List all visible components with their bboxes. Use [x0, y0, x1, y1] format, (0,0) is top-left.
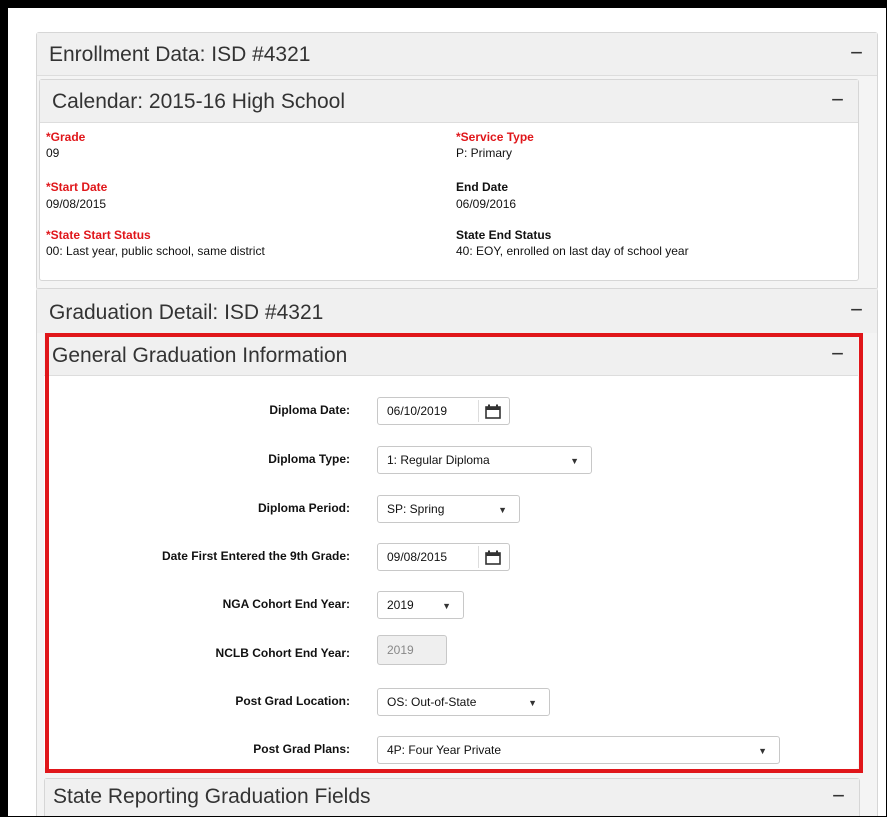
grade-label: *Grade	[46, 130, 86, 144]
grade-value: 09	[46, 146, 60, 160]
graduation-detail-title: Graduation Detail: ISD #4321	[49, 301, 324, 324]
state-start-status-label: *State Start Status	[46, 228, 151, 242]
calendar-panel: Calendar: 2015-16 High School − *Grade 0…	[39, 79, 859, 281]
graduation-detail-header[interactable]: Graduation Detail: ISD #4321 −	[37, 289, 877, 333]
state-reporting-panel: State Reporting Graduation Fields −	[44, 778, 860, 816]
state-reporting-title: State Reporting Graduation Fields	[53, 785, 371, 808]
state-reporting-header[interactable]: State Reporting Graduation Fields −	[45, 779, 859, 816]
enrollment-collapse-icon[interactable]: −	[850, 42, 863, 64]
graduation-detail-collapse-icon[interactable]: −	[850, 299, 863, 321]
service-type-label: *Service Type	[456, 130, 534, 144]
state-reporting-collapse-icon[interactable]: −	[832, 785, 845, 807]
end-date-label: End Date	[456, 180, 509, 194]
enrollment-title: Enrollment Data: ISD #4321	[49, 43, 311, 66]
calendar-header[interactable]: Calendar: 2015-16 High School −	[40, 80, 858, 123]
state-end-status-value: 40: EOY, enrolled on last day of school …	[456, 244, 689, 258]
start-date-value: 09/08/2015	[46, 197, 107, 211]
enrollment-header[interactable]: Enrollment Data: ISD #4321 −	[37, 33, 877, 76]
state-end-status-label: State End Status	[456, 228, 552, 242]
calendar-collapse-icon[interactable]: −	[831, 89, 844, 111]
calendar-title: Calendar: 2015-16 High School	[52, 90, 346, 113]
service-type-value: P: Primary	[456, 146, 513, 160]
app-frame: Enrollment Data: ISD #4321 − Calendar: 2…	[8, 8, 886, 816]
start-date-label: *Start Date	[46, 180, 108, 194]
highlight-box	[45, 333, 863, 773]
end-date-value: 06/09/2016	[456, 197, 517, 211]
enrollment-panel: Enrollment Data: ISD #4321 − Calendar: 2…	[36, 32, 878, 290]
state-start-status-value: 00: Last year, public school, same distr…	[46, 244, 265, 258]
